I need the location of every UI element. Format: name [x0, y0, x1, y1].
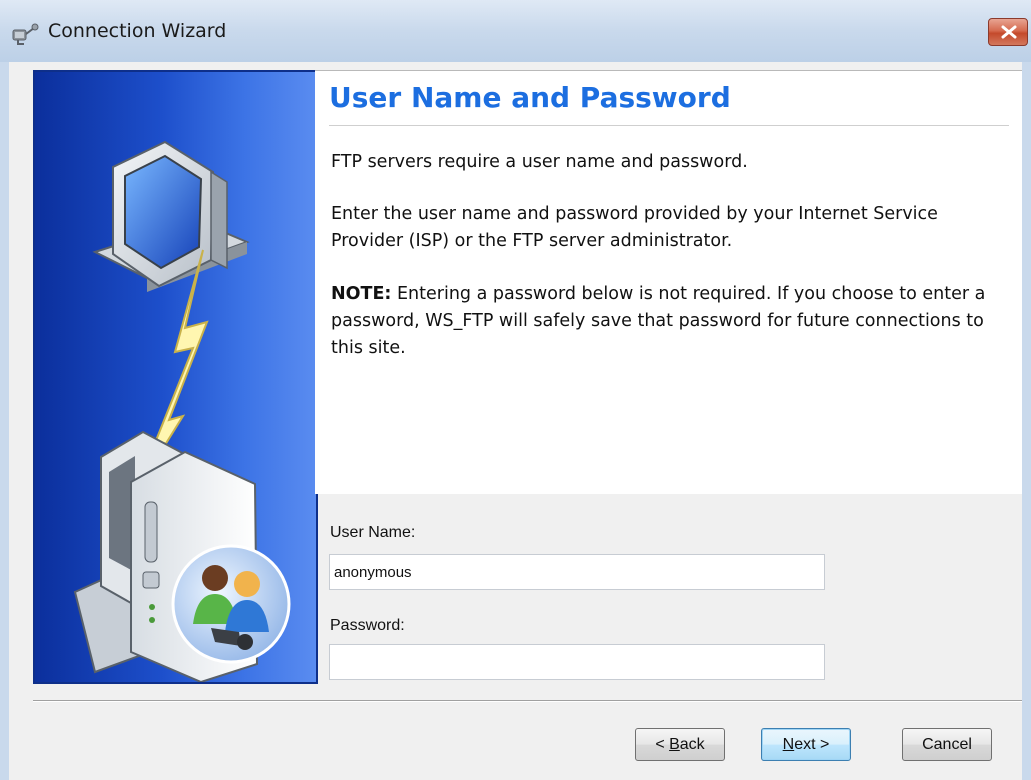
button-separator — [33, 700, 1022, 702]
window-frame-left — [0, 62, 9, 780]
intro-paragraph: FTP servers require a user name and pass… — [331, 152, 748, 172]
note-text: Entering a password below is not require… — [331, 284, 986, 358]
next-label-rest: ext > — [794, 735, 830, 753]
back-arrow-text: < — [655, 735, 670, 753]
next-accelerator: N — [782, 735, 795, 753]
cancel-button[interactable]: Cancel — [902, 728, 992, 761]
next-button[interactable]: Next > — [761, 728, 851, 761]
window-frame-right — [1022, 62, 1031, 780]
user-name-input[interactable] — [329, 554, 825, 590]
password-label: Password: — [330, 617, 405, 634]
back-button[interactable]: < Back — [635, 728, 725, 761]
back-label-rest: ack — [679, 735, 705, 753]
wizard-client-area: User Name and Password FTP servers requi… — [9, 62, 1022, 780]
title-bar[interactable]: Connection Wizard — [0, 0, 1031, 62]
connection-wizard-icon — [12, 23, 39, 45]
wizard-content-panel: User Name and Password FTP servers requi… — [315, 70, 1022, 494]
network-connection-illustration — [73, 140, 291, 682]
instruction-paragraph: Enter the user name and password provide… — [331, 204, 938, 251]
computer-monitor-icon — [92, 140, 250, 292]
user-name-label: User Name: — [330, 524, 416, 541]
note-label: NOTE: — [331, 284, 392, 304]
close-button[interactable] — [988, 18, 1028, 46]
wizard-illustration — [33, 70, 318, 684]
users-key-icon — [171, 544, 291, 664]
next-button-label: Next > — [783, 736, 830, 754]
page-title: User Name and Password — [329, 81, 731, 114]
cancel-button-label: Cancel — [922, 735, 972, 753]
back-accelerator: B — [669, 735, 680, 753]
password-input[interactable] — [329, 644, 825, 680]
connection-wizard-window: Connection Wizard User Name and Password… — [0, 0, 1031, 780]
note-paragraph: NOTE: Entering a password below is not r… — [331, 281, 1001, 362]
back-button-label: < Back — [655, 736, 704, 754]
heading-divider — [329, 125, 1009, 126]
window-title: Connection Wizard — [48, 20, 227, 42]
close-icon — [1001, 25, 1017, 39]
